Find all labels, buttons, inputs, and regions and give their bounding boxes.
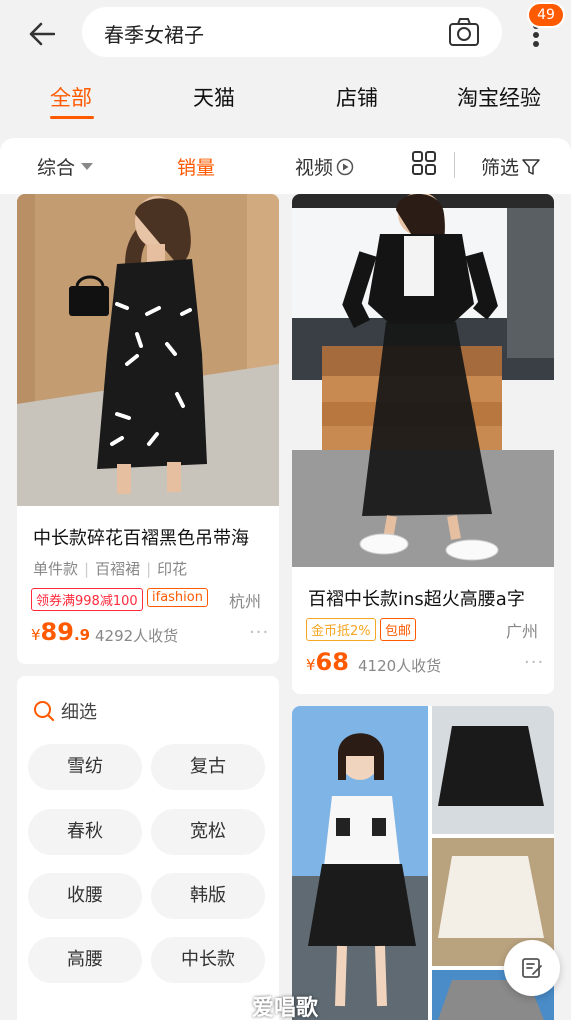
sort-sales-button[interactable]: 销量 — [177, 153, 215, 180]
sales-count: 4120人收货 — [358, 657, 442, 675]
product-tag: 百褶裙 — [95, 560, 141, 578]
back-arrow-icon — [29, 22, 55, 46]
tab-tmall[interactable]: 天猫 — [193, 82, 235, 112]
product-title[interactable]: 中长款碎花百褶黑色吊带海 — [33, 524, 249, 550]
video-filter-button[interactable]: 视频 — [295, 153, 354, 180]
more-options-icon[interactable]: ··· — [249, 622, 269, 643]
refine-chip[interactable]: 复古 — [151, 744, 265, 790]
sort-sales-label: 销量 — [177, 157, 216, 179]
coin-discount-badge: 金币抵2% — [306, 618, 376, 641]
grid-view-icon — [412, 151, 436, 175]
product-card-1[interactable]: 中长款碎花百褶黑色吊带海 单件款 | 百褶裙 | 印花 领券满998减100 ifash… — [17, 194, 279, 664]
refine-panel: 细选 雪纺 复古 春秋 宽松 收腰 韩版 高腰 中长款 — [17, 676, 279, 1020]
product-price: ¥89.9 — [31, 618, 90, 646]
product-image-black-floral-dress[interactable] — [17, 194, 279, 506]
ship-from-city: 杭州 — [229, 592, 262, 611]
sort-comprehensive-button[interactable]: 综合 — [37, 153, 94, 180]
caret-down-icon — [81, 163, 94, 170]
free-shipping-badge: 包邮 — [380, 618, 417, 641]
tag-separator: | — [146, 560, 152, 578]
refine-chip[interactable]: 韩版 — [151, 873, 265, 919]
product-tags: 单件款 | 百褶裙 | 印花 — [33, 558, 187, 579]
tag-separator: | — [84, 560, 90, 578]
product-image-tulle-skirt[interactable] — [292, 194, 554, 567]
filter-button[interactable]: 筛选 — [481, 153, 540, 180]
edit-note-icon — [522, 958, 542, 978]
tab-shops[interactable]: 店铺 — [336, 82, 378, 112]
currency-symbol: ¥ — [31, 626, 41, 644]
price-integer: 89 — [40, 618, 74, 646]
ifashion-badge: ifashion — [147, 588, 208, 607]
product-price: ¥68 — [306, 648, 349, 676]
sales-count: 4292人收货 — [95, 627, 179, 645]
search-query-text: 春季女裙子 — [104, 23, 204, 47]
video-filter-label: 视频 — [295, 157, 334, 179]
watermark-text: 爱唱歌 — [252, 996, 319, 1020]
grid-view-toggle[interactable] — [411, 150, 437, 176]
toolbar-divider — [454, 152, 455, 178]
refine-chip[interactable]: 中长款 — [151, 937, 265, 983]
refine-chip[interactable]: 春秋 — [28, 809, 142, 855]
product-card-2[interactable]: 百褶中长款ins超火高腰a字 金币抵2% 包邮 广州 ¥68 4120人收货 ·… — [292, 194, 554, 694]
price-decimal: .9 — [73, 626, 91, 644]
play-circle-icon — [336, 158, 354, 175]
search-icon — [34, 701, 55, 722]
more-options-icon[interactable]: ··· — [524, 652, 544, 673]
tab-taobao-experience[interactable]: 淘宝经验 — [457, 82, 541, 112]
refine-chip[interactable]: 高腰 — [28, 937, 142, 983]
coupon-badge: 领券满998减100 — [31, 588, 143, 611]
currency-symbol: ¥ — [306, 656, 316, 674]
camera-icon — [449, 18, 479, 46]
tab-all[interactable]: 全部 — [50, 82, 92, 112]
refine-chip[interactable]: 宽松 — [151, 809, 265, 855]
search-input[interactable]: 春季女裙子 — [82, 7, 502, 57]
active-tab-indicator — [50, 116, 94, 119]
funnel-icon — [522, 158, 540, 175]
back-button[interactable] — [22, 16, 62, 52]
ship-from-city: 广州 — [506, 622, 539, 641]
top-bar: 春季女裙子 49 全部 天猫 店铺 淘宝经验 — [0, 0, 571, 138]
notification-badge: 49 — [527, 2, 565, 28]
filter-label: 筛选 — [481, 157, 520, 179]
camera-search-button[interactable] — [448, 17, 480, 47]
sort-comprehensive-label: 综合 — [37, 157, 76, 179]
refine-chip[interactable]: 收腰 — [28, 873, 142, 919]
sort-filter-bar: 综合 销量 视频 筛选 — [0, 138, 571, 194]
product-tag: 单件款 — [33, 560, 79, 578]
price-integer: 68 — [315, 648, 349, 676]
product-title[interactable]: 百褶中长款ins超火高腰a字 — [308, 585, 525, 611]
refine-chip[interactable]: 雪纺 — [28, 744, 142, 790]
refine-header: 细选 — [33, 698, 97, 724]
feedback-float-button[interactable] — [504, 940, 560, 996]
product-tag: 印花 — [157, 560, 188, 578]
refine-title: 细选 — [61, 702, 97, 723]
